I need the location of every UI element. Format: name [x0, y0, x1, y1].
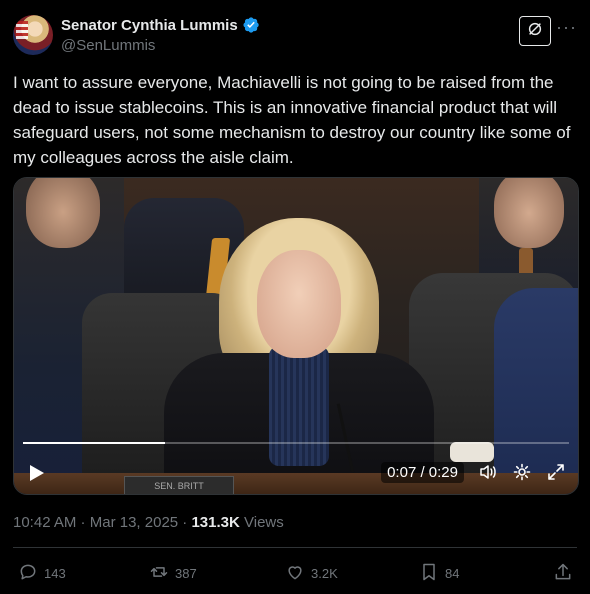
views-label: Views — [239, 514, 284, 531]
grok-button[interactable] — [519, 16, 551, 46]
tweet-actions: 143 387 3.2K 84 — [13, 562, 577, 584]
verified-badge-icon — [242, 16, 260, 34]
grok-icon — [526, 20, 544, 43]
speaker-scarf — [269, 346, 329, 466]
meta-separator-2: · — [178, 514, 192, 531]
reply-button[interactable]: 143 — [18, 562, 66, 585]
repost-button[interactable]: 387 — [149, 562, 197, 585]
nameplate: SEN. BRITT — [124, 476, 234, 494]
bookmark-icon — [419, 562, 439, 585]
background-person-left-head — [26, 178, 100, 248]
tweet-date[interactable]: Mar 13, 2025 — [90, 514, 178, 531]
tweet-time[interactable]: 10:42 AM — [13, 514, 76, 531]
divider — [13, 547, 577, 548]
display-name[interactable]: Senator Cynthia Lummis — [61, 17, 238, 34]
bookmark-count: 84 — [445, 566, 460, 581]
meta-separator: · — [76, 514, 90, 531]
volume-icon[interactable] — [478, 462, 498, 482]
background-person-right-head — [494, 178, 564, 248]
share-icon — [553, 562, 573, 585]
video-frame: SEN. BRITT — [14, 178, 578, 494]
reply-icon — [18, 562, 38, 585]
handle[interactable]: @SenLummis — [61, 37, 155, 54]
heart-icon — [285, 562, 305, 585]
repost-icon — [149, 562, 169, 585]
fullscreen-icon[interactable] — [546, 462, 566, 482]
reply-count: 143 — [44, 566, 66, 581]
video-controls: 0:07 / 0:29 — [381, 458, 566, 486]
tweet-text: I want to assure everyone, Machiavelli i… — [13, 73, 571, 167]
like-button[interactable]: 3.2K — [285, 562, 338, 585]
views-count: 131.3K — [191, 514, 240, 531]
repost-count: 387 — [175, 566, 197, 581]
settings-icon[interactable] — [512, 462, 532, 482]
like-count: 3.2K — [311, 566, 338, 581]
name-row: Senator Cynthia Lummis — [61, 16, 260, 34]
video-player[interactable]: SEN. BRITT 0:07 / 0:29 — [13, 177, 579, 495]
tweet-header: Senator Cynthia Lummis @SenLummis ··· — [13, 14, 577, 56]
speaker-face — [257, 250, 341, 358]
more-options-button[interactable]: ··· — [556, 18, 577, 36]
share-button[interactable] — [553, 562, 573, 585]
bookmark-button[interactable]: 84 — [419, 562, 459, 585]
video-progress-fill — [23, 442, 165, 444]
play-icon — [29, 465, 45, 486]
play-button[interactable] — [29, 464, 45, 482]
tweet-meta: 10:42 AM · Mar 13, 2025 · 131.3K Views — [13, 514, 284, 531]
avatar[interactable] — [13, 15, 53, 55]
video-progress-bar[interactable] — [23, 442, 569, 444]
video-time: 0:07 / 0:29 — [381, 461, 464, 483]
